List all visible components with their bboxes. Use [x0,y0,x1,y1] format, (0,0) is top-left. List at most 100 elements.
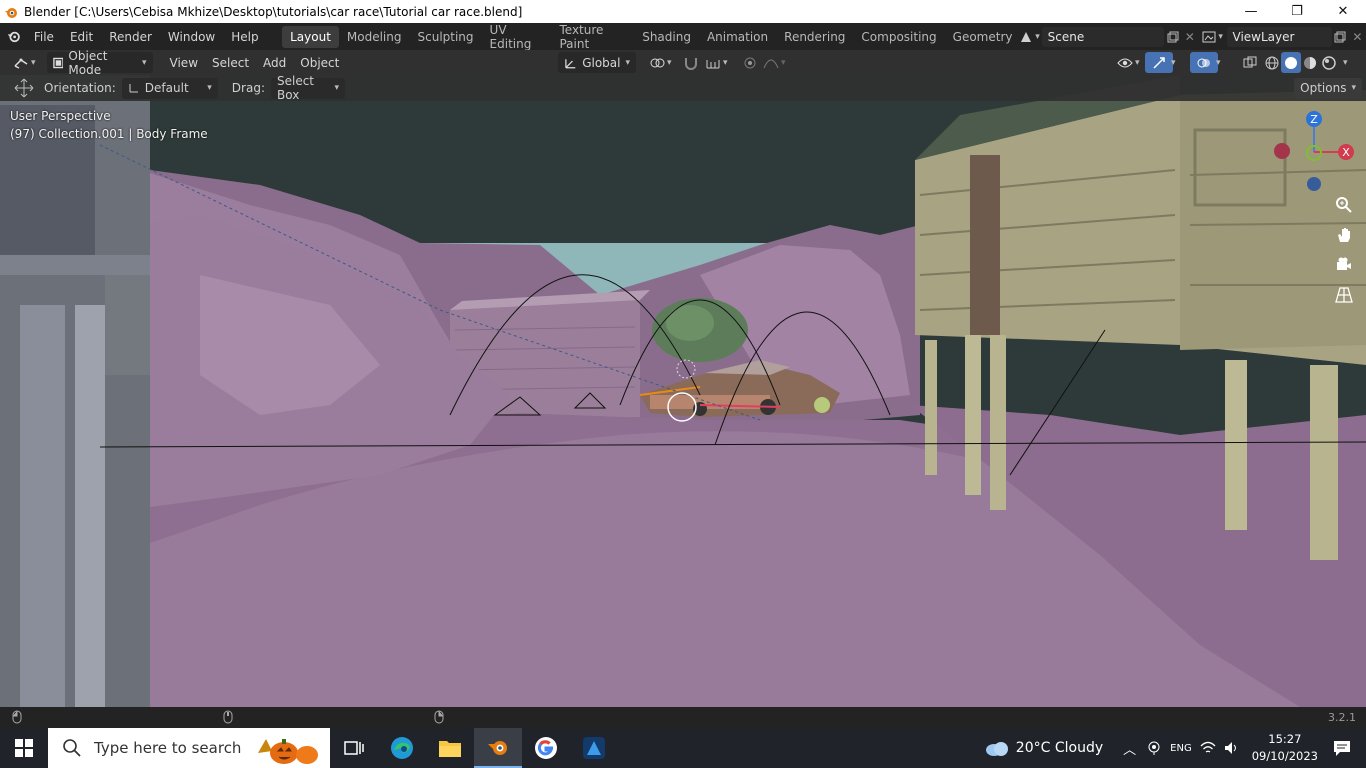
taskbar-edge[interactable] [378,728,426,768]
gizmo-dropdown[interactable]: ▾ [1171,58,1176,68]
delete-scene-button[interactable]: ✕ [1181,30,1198,44]
menu-render[interactable]: Render [101,23,160,50]
navigation-gizmo[interactable]: Z X [1272,107,1362,197]
perspective-label: User Perspective [10,109,111,123]
tab-layout[interactable]: Layout [282,25,339,48]
orientation-value: Default [144,81,189,95]
pan-button[interactable] [1331,222,1357,248]
new-scene-button[interactable] [1164,31,1181,43]
zoom-button[interactable] [1331,192,1357,218]
shading-dropdown[interactable]: ▾ [1343,58,1348,68]
orientation-axes-icon [129,84,138,93]
tab-rendering[interactable]: Rendering [776,26,853,48]
shading-wireframe-button[interactable] [1262,52,1282,73]
delete-viewlayer-button[interactable]: ✕ [1349,30,1366,44]
weather-text[interactable]: 20°C Cloudy [1016,740,1103,756]
menu-select[interactable]: Select [205,52,256,73]
camera-view-button[interactable] [1331,252,1357,278]
search-placeholder: Type here to search [94,739,242,757]
falloff-button[interactable]: ▾ [756,52,793,73]
tab-animation[interactable]: Animation [699,26,776,48]
gizmo-neg-x[interactable] [1274,143,1290,159]
close-button[interactable]: ✕ [1320,0,1366,23]
new-viewlayer-button[interactable] [1332,31,1349,43]
taskbar-file-explorer[interactable] [426,728,474,768]
3d-viewport[interactable]: Orientation: Default ▾ Drag: Select Box … [0,75,1366,707]
windows-taskbar: Type here to search 20°C Cloudy ︿ ENG 15… [0,728,1366,768]
menu-add[interactable]: Add [256,52,293,73]
xray-toggle[interactable] [1236,52,1264,73]
maximize-button[interactable]: ❐ [1274,0,1320,23]
language-icon[interactable]: ENG [1170,743,1192,754]
orientation-label: Orientation: [44,81,116,95]
mode-dropdown[interactable]: Object Mode ▾ [46,49,153,77]
orientation-dropdown[interactable]: Default ▾ [121,77,218,99]
tab-texture-paint[interactable]: Texture Paint [551,23,634,51]
google-icon [535,737,557,759]
tab-modeling[interactable]: Modeling [339,26,410,48]
taskbar-search-box[interactable]: Type here to search [48,728,330,768]
menu-view[interactable]: View [163,52,205,73]
copy-icon [1167,31,1179,42]
eye-icon [1117,58,1133,67]
move-tool-icon[interactable] [6,75,42,101]
notifications-icon[interactable] [1332,739,1352,757]
taskbar-google[interactable] [522,728,570,768]
copy-icon [1334,31,1346,42]
drag-value: Select Box [276,75,315,102]
overlays-dropdown[interactable]: ▾ [1216,58,1221,68]
pivot-icon [650,58,665,67]
task-view-icon [344,741,364,755]
gizmo-toggle[interactable] [1145,52,1173,73]
taskbar-blender[interactable] [474,728,522,768]
tab-sculpting[interactable]: Sculpting [410,26,482,48]
folder-icon [439,741,461,757]
viewlayer-field[interactable]: ViewLayer [1226,26,1332,47]
visibility-button[interactable]: ▾ [1110,52,1147,73]
start-button[interactable] [0,728,48,768]
clock[interactable]: 15:27 09/10/2023 [1252,731,1318,765]
options-button[interactable]: Options ▾ [1294,77,1362,99]
volume-icon[interactable] [1224,741,1240,755]
tab-shading[interactable]: Shading [634,26,699,48]
grid-perspective-icon [1335,287,1353,303]
taskbar-affinity[interactable] [570,728,618,768]
tab-uv-editing[interactable]: UV Editing [482,23,552,51]
viewlayer-browse-button[interactable]: ▾ [1202,30,1226,44]
task-view-button[interactable] [330,728,378,768]
projection-toggle-button[interactable] [1331,282,1357,308]
gizmo-neg-z[interactable] [1307,177,1321,191]
menu-edit[interactable]: Edit [62,23,101,50]
drag-label: Drag: [231,81,265,95]
blender-app-icon [488,741,507,755]
tray-expand-icon[interactable]: ︿ [1123,739,1136,758]
editor-type-button[interactable]: ▾ [6,52,43,73]
menu-window[interactable]: Window [160,23,223,50]
menu-help[interactable]: Help [223,23,266,50]
options-label: Options [1300,81,1347,95]
drag-dropdown[interactable]: Select Box ▾ [270,75,345,102]
blender-topbar: File Edit Render Window Help Layout Mode… [0,23,1366,51]
menu-file[interactable]: File [26,23,62,50]
affinity-icon [583,737,605,759]
tab-compositing[interactable]: Compositing [853,26,944,48]
pivot-point-button[interactable]: ▾ [642,52,679,73]
scene-field[interactable]: Scene [1041,26,1164,47]
shading-material-button[interactable] [1300,52,1320,73]
snap-target-button[interactable]: ▾ [698,52,735,73]
active-object-label: (97) Collection.001 | Body Frame [10,127,208,141]
overlays-toggle[interactable] [1190,52,1218,73]
system-tray: 20°C Cloudy ︿ ENG 15:27 09/10/2023 [984,728,1366,768]
transform-orientation-dropdown[interactable]: Global ▾ [558,52,636,73]
menu-object[interactable]: Object [293,52,346,73]
shading-solid-button[interactable] [1281,52,1301,73]
scene-browse-button[interactable]: ▾ [1019,30,1041,44]
tab-geometry-nodes[interactable]: Geometry Noc [945,26,1013,48]
minimize-button[interactable]: — [1228,0,1274,23]
blender-logo-icon [5,7,17,18]
gizmo-x-label: X [1342,146,1350,159]
proportional-edit-icon [744,57,756,68]
wifi-icon[interactable] [1200,741,1216,755]
blender-menu-icon[interactable] [0,23,26,50]
shading-rendered-button[interactable] [1319,52,1339,73]
